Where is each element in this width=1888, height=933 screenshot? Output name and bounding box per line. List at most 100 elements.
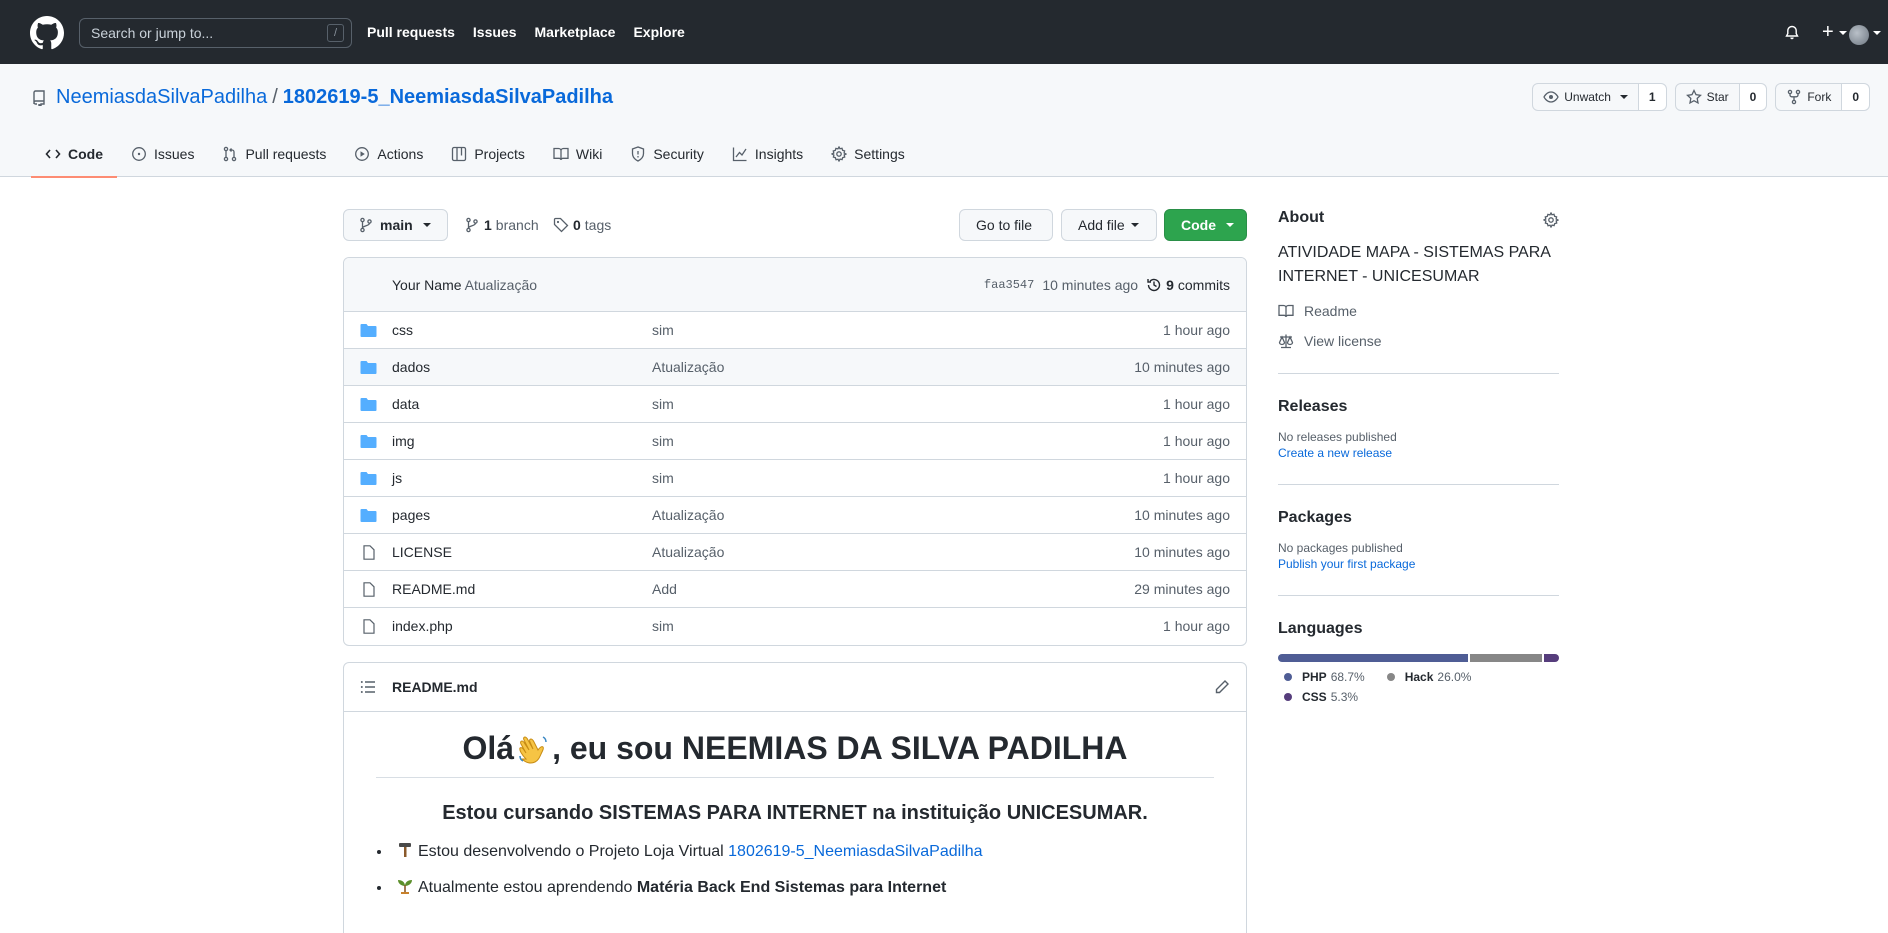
file-commit-message[interactable]: Atualização [652, 359, 724, 375]
file-row: js sim 1 hour ago [344, 460, 1246, 497]
global-header: Search or jump to... / Pull requests Iss… [0, 0, 1888, 64]
file-name-link[interactable]: LICENSE [392, 544, 452, 560]
file-commit-message[interactable]: sim [652, 470, 674, 486]
item-text: Estou desenvolvendo o Projeto Loja Virtu… [418, 843, 724, 860]
file-name-link[interactable]: css [392, 322, 413, 338]
tab-security[interactable]: Security [616, 130, 718, 177]
repo-name: 1802619-5_NeemiasdaSilvaPadilha [282, 86, 614, 108]
file-name-link[interactable]: data [392, 396, 419, 412]
nav-marketplace[interactable]: Marketplace [535, 24, 616, 40]
tab-pull-requests[interactable]: Pull requests [208, 130, 340, 177]
create-release-link[interactable]: Create a new release [1278, 446, 1559, 460]
heading-text-start: Olá [462, 730, 515, 766]
issue-opened-icon [132, 146, 146, 161]
branch-select-button[interactable]: main [343, 209, 448, 241]
tab-actions[interactable]: Actions [340, 130, 437, 177]
commit-author[interactable]: Your Name [392, 277, 462, 293]
file-name-link[interactable]: README.md [392, 581, 475, 597]
repo-name-link[interactable]: 1802619-5_NeemiasdaSilvaPadilha [283, 86, 613, 109]
watchers-count[interactable]: 1 [1637, 84, 1666, 110]
packages-heading[interactable]: Packages [1278, 509, 1559, 527]
file-commit-message[interactable]: sim [652, 618, 674, 634]
eye-icon [1543, 91, 1559, 103]
language-percent: 5.3% [1330, 690, 1359, 704]
star-button[interactable]: Star [1676, 84, 1739, 110]
releases-empty-text: No releases published [1278, 430, 1397, 444]
create-new-icon[interactable]: + [1822, 20, 1834, 44]
unwatch-button[interactable]: Unwatch [1533, 84, 1638, 110]
file-name-link[interactable]: img [392, 433, 415, 449]
language-color-dot [1386, 673, 1395, 681]
forks-count[interactable]: 0 [1841, 84, 1869, 110]
file-row: README.md Add 29 minutes ago [344, 571, 1246, 608]
search-input[interactable]: Search or jump to... / [79, 18, 352, 48]
commits-label: commits [1177, 277, 1230, 293]
readme-link[interactable]: Readme [1278, 303, 1559, 319]
language-name: CSS [1302, 690, 1327, 704]
file-row: LICENSE Atualização 10 minutes ago [344, 534, 1246, 571]
file-commit-age: 1 hour ago [1163, 470, 1230, 486]
tab-label: Insights [754, 145, 804, 162]
license-link[interactable]: View license [1278, 333, 1559, 349]
folder-icon [360, 324, 377, 337]
language-percent: 26.0% [1437, 670, 1472, 684]
language-item[interactable]: CSS 5.3% [1278, 690, 1358, 704]
tab-issues[interactable]: Issues [117, 130, 208, 177]
language-item[interactable]: PHP 68.7% [1278, 670, 1365, 684]
commit-message[interactable]: Atualização [465, 277, 537, 293]
readme-title[interactable]: README.md [392, 679, 478, 695]
file-row: dados Atualização 10 minutes ago [344, 349, 1246, 386]
tab-projects[interactable]: Projects [437, 130, 539, 177]
file-name-link[interactable]: pages [392, 507, 430, 523]
commits-history-link[interactable]: 9 commits [1146, 277, 1230, 293]
file-name-link[interactable]: js [392, 470, 402, 486]
language-color-dot [1284, 693, 1292, 701]
file-commit-message[interactable]: sim [652, 433, 674, 449]
list-unordered-icon[interactable] [360, 680, 376, 694]
repo-owner-link[interactable]: NeemiasdaSilvaPadilha [56, 86, 267, 109]
stars-count[interactable]: 0 [1738, 84, 1767, 110]
tab-label: Actions [377, 145, 424, 162]
file-commit-message[interactable]: sim [652, 396, 674, 412]
item-text: Atualmente estou aprendendo [418, 879, 633, 896]
add-file-button[interactable]: Add file [1061, 209, 1157, 241]
nav-issues[interactable]: Issues [473, 24, 517, 40]
branches-link[interactable]: 1 branch [464, 217, 539, 233]
history-icon [1147, 278, 1161, 292]
tags-count: 0 [573, 217, 581, 233]
tab-wiki[interactable]: Wiki [539, 130, 616, 177]
nav-pull-requests[interactable]: Pull requests [367, 24, 455, 40]
gear-icon[interactable] [1543, 212, 1559, 228]
go-to-file-button[interactable]: Go to file [959, 209, 1053, 241]
commit-time: 10 minutes ago [1042, 277, 1139, 293]
file-name-link[interactable]: index.php [392, 618, 453, 634]
fork-button[interactable]: Fork [1776, 84, 1841, 110]
file-name-link[interactable]: dados [392, 359, 430, 375]
nav-explore[interactable]: Explore [633, 24, 684, 40]
file-commit-message[interactable]: Add [652, 581, 677, 597]
add-file-label: Add file [1078, 217, 1125, 233]
code-dropdown-button[interactable]: Code [1164, 209, 1247, 241]
seedling-icon [398, 880, 412, 894]
bell-icon[interactable] [1784, 25, 1800, 41]
file-commit-message[interactable]: sim [652, 322, 674, 338]
tab-code[interactable]: Code [31, 130, 117, 178]
tags-link[interactable]: 0 tags [553, 217, 611, 233]
file-commit-message[interactable]: Atualização [652, 507, 724, 523]
publish-package-link[interactable]: Publish your first package [1278, 557, 1559, 571]
tab-insights[interactable]: Insights [718, 130, 817, 177]
commit-sha[interactable]: faa3547 [984, 278, 1034, 292]
github-logo-icon[interactable] [30, 16, 64, 50]
avatar-caret-icon[interactable] [1873, 31, 1881, 35]
tab-settings[interactable]: Settings [817, 130, 919, 177]
avatar[interactable] [1849, 25, 1869, 45]
pencil-icon[interactable] [1214, 679, 1230, 695]
language-item[interactable]: Hack 26.0% [1381, 670, 1472, 684]
create-caret-icon[interactable] [1839, 31, 1847, 35]
star-button-group: Star 0 [1674, 83, 1768, 111]
releases-heading[interactable]: Releases [1278, 398, 1559, 416]
repo-icon [33, 89, 45, 106]
project-link[interactable]: 1802619-5_NeemiasdaSilvaPadilha [728, 843, 982, 860]
file-commit-message[interactable]: Atualização [652, 544, 724, 560]
file-navigation: main 1 branch 0 tags Go to file Add file… [343, 209, 1247, 241]
